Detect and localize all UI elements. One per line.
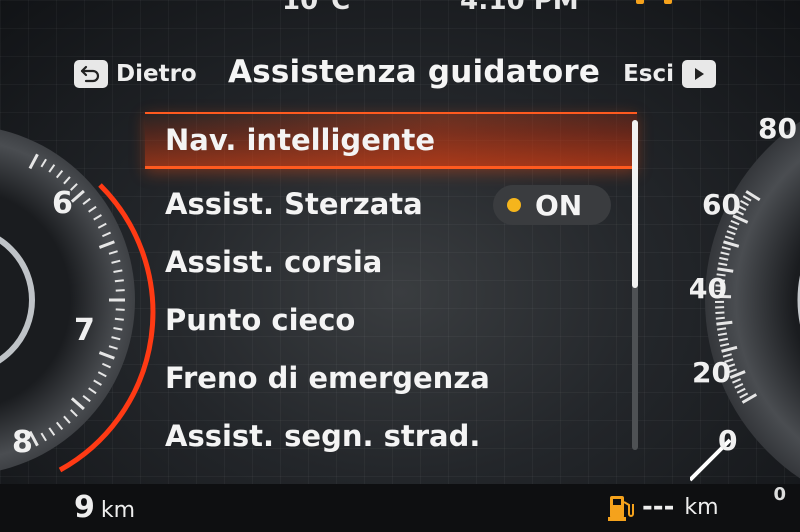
menu-item-label: Assist. corsia bbox=[165, 245, 383, 279]
trip-range: 9 km bbox=[74, 490, 135, 525]
back-label: Dietro bbox=[116, 61, 197, 87]
tachometer-tick bbox=[114, 279, 124, 283]
status-dot-icon bbox=[507, 198, 521, 212]
scrollbar-thumb[interactable] bbox=[632, 120, 638, 288]
menu-item-label: Assist. segn. strad. bbox=[165, 419, 481, 453]
bottom-info-bar: 9 km --- km 0 bbox=[0, 484, 800, 532]
speedometer-label-40: 40 bbox=[690, 272, 727, 305]
menu-item-label: Punto cieco bbox=[165, 303, 356, 337]
trip-range-unit: km bbox=[100, 498, 136, 523]
menu-item-nav-intelligente[interactable]: Nav. intelligente bbox=[145, 112, 637, 169]
instrument-cluster-screen: 6 7 8 80 60 40 20 0 10°C 4:10 PM Dietro … bbox=[0, 0, 800, 532]
menu-item-assist-sterzata[interactable]: Assist. Sterzata ON bbox=[145, 175, 637, 233]
driver-assistance-menu: Nav. intelligente Assist. Sterzata ON As… bbox=[145, 112, 637, 465]
toggle-status: ON bbox=[535, 188, 583, 222]
speedometer-tick bbox=[716, 320, 733, 326]
tachometer-tick bbox=[115, 308, 125, 311]
speedometer-tick bbox=[715, 311, 725, 315]
tachometer-tick bbox=[115, 289, 125, 292]
speedometer-tick bbox=[717, 327, 727, 331]
corner-readout: 0 bbox=[773, 484, 786, 505]
menu-item-assist-segn-strad[interactable]: Assist. segn. strad. bbox=[145, 407, 637, 465]
play-arrow-icon bbox=[682, 60, 716, 88]
status-strip: 10°C 4:10 PM bbox=[270, 0, 690, 16]
exit-label: Esci bbox=[623, 61, 674, 87]
fuel-range: --- km bbox=[608, 490, 719, 524]
trip-range-value: 9 bbox=[74, 490, 95, 525]
fuel-range-unit: km bbox=[684, 494, 719, 520]
page-title: Assistenza guidatore bbox=[228, 54, 601, 90]
steering-assist-toggle[interactable]: ON bbox=[493, 185, 611, 225]
speedometer-label-0: 0 bbox=[718, 424, 737, 457]
tachometer-label-6: 6 bbox=[52, 186, 73, 221]
menu-header: Dietro Assistenza guidatore Esci bbox=[70, 52, 720, 98]
menu-item-assist-corsia[interactable]: Assist. corsia bbox=[145, 233, 637, 291]
outside-temperature: 10°C bbox=[282, 0, 351, 16]
clock: 4:10 PM bbox=[460, 0, 579, 16]
menu-item-label: Freno di emergenza bbox=[165, 361, 490, 395]
fuel-pump-icon bbox=[608, 496, 634, 521]
menu-scrollbar[interactable] bbox=[632, 120, 638, 450]
tachometer-tick bbox=[114, 317, 124, 321]
menu-item-label: Assist. Sterzata bbox=[165, 187, 423, 221]
speedometer-tick bbox=[715, 316, 725, 320]
speedometer-label-80: 80 bbox=[758, 112, 797, 145]
tachometer-label-8: 8 bbox=[12, 425, 33, 460]
exit-button[interactable]: Esci bbox=[623, 58, 716, 90]
speedometer-label-60: 60 bbox=[702, 188, 741, 221]
fuel-range-value: --- bbox=[642, 492, 675, 522]
back-arrow-icon bbox=[74, 60, 108, 88]
speedometer-label-20: 20 bbox=[692, 356, 731, 389]
tachometer-label-7: 7 bbox=[74, 313, 95, 348]
menu-item-punto-cieco[interactable]: Punto cieco bbox=[145, 291, 637, 349]
car-warning-icon bbox=[636, 0, 672, 4]
menu-item-freno-emergenza[interactable]: Freno di emergenza bbox=[145, 349, 637, 407]
back-button[interactable]: Dietro bbox=[74, 58, 197, 90]
menu-item-label: Nav. intelligente bbox=[165, 123, 436, 157]
